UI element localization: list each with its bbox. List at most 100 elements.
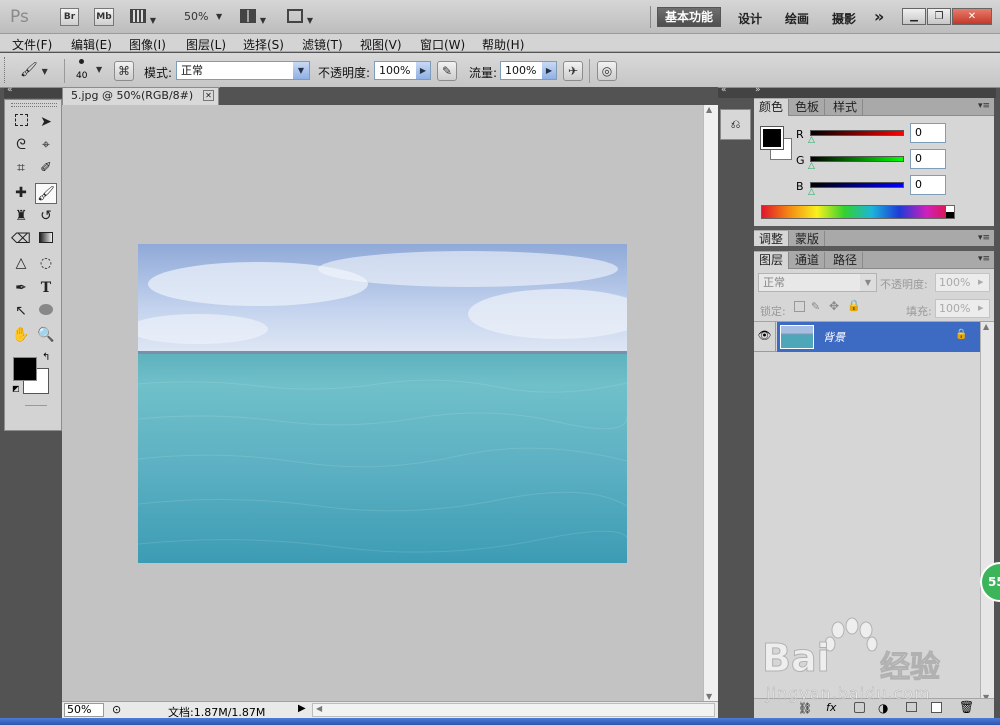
quick-mask-button[interactable] bbox=[25, 405, 47, 406]
menu-layer[interactable]: 图层(L) bbox=[186, 36, 226, 53]
brush-preset-picker[interactable]: 40 ▼ bbox=[74, 57, 106, 85]
black-swatch[interactable] bbox=[946, 212, 954, 218]
pen-tool[interactable]: ✒ bbox=[10, 278, 32, 299]
layer-row[interactable]: 👁 背景 🔒 bbox=[754, 322, 980, 352]
workspace-design-link[interactable]: 设计 bbox=[738, 10, 762, 27]
grip-handle[interactable] bbox=[4, 57, 7, 83]
r-slider[interactable] bbox=[810, 130, 904, 136]
tab-paths[interactable]: 路径 bbox=[828, 252, 864, 269]
workspace-painting-link[interactable]: 绘画 bbox=[785, 10, 809, 27]
marquee-tool[interactable] bbox=[10, 112, 32, 133]
history-brush-tool[interactable]: ↺ bbox=[35, 206, 57, 227]
document-tab[interactable]: 5.jpg @ 50%(RGB/8#) ✕ bbox=[62, 87, 219, 105]
blur-tool[interactable]: △ bbox=[10, 253, 32, 274]
toolbox-grip[interactable] bbox=[11, 103, 57, 107]
bridge-button[interactable]: Br bbox=[60, 8, 79, 26]
view-extras-button[interactable]: ▼ bbox=[130, 9, 160, 25]
healing-brush-tool[interactable]: ✚ bbox=[10, 183, 32, 204]
menu-window[interactable]: 窗口(W) bbox=[420, 36, 465, 53]
crop-tool[interactable]: ⌗ bbox=[10, 158, 32, 179]
workspace-photography-link[interactable]: 摄影 bbox=[832, 10, 856, 27]
zoom-tool[interactable]: 🔍 bbox=[35, 325, 57, 346]
tab-channels[interactable]: 通道 bbox=[790, 252, 826, 269]
brush-panel-toggle[interactable]: ⌘ bbox=[114, 61, 134, 81]
close-button[interactable]: ✕ bbox=[952, 8, 992, 25]
menu-edit[interactable]: 编辑(E) bbox=[71, 36, 112, 53]
zoom-level[interactable]: 50% bbox=[184, 10, 208, 23]
lock-transparency-icon[interactable] bbox=[794, 301, 805, 312]
arrange-documents-button[interactable]: ▼ bbox=[240, 9, 274, 25]
scroll-left-icon[interactable]: ◀ bbox=[316, 704, 322, 713]
menu-file[interactable]: 文件(F) bbox=[12, 36, 52, 53]
lock-all-icon[interactable]: 🔒 bbox=[847, 299, 861, 312]
lasso-tool[interactable]: ᘓ bbox=[10, 135, 32, 156]
tool-preset-picker[interactable]: 🖌 ▼ bbox=[20, 62, 56, 80]
dodge-tool[interactable]: ◌ bbox=[35, 253, 57, 274]
airbrush-button[interactable]: ✈ bbox=[563, 61, 583, 81]
restore-button[interactable]: ❐ bbox=[927, 8, 951, 25]
layers-scrollbar[interactable]: ▲ ▼ bbox=[980, 322, 994, 702]
scroll-up-icon[interactable]: ▲ bbox=[983, 322, 989, 331]
minimize-button[interactable]: ▁ bbox=[902, 8, 926, 25]
brush-tool[interactable]: 🖌 bbox=[35, 183, 57, 204]
layer-visibility-toggle[interactable]: 👁 bbox=[754, 322, 776, 352]
tablet-opacity-button[interactable]: ✎ bbox=[437, 61, 457, 81]
r-value-field[interactable]: 0 bbox=[910, 123, 946, 143]
menu-help[interactable]: 帮助(H) bbox=[482, 36, 524, 53]
flow-field[interactable]: 100% ▶ bbox=[500, 61, 557, 80]
menu-select[interactable]: 选择(S) bbox=[243, 36, 284, 53]
screen-mode-button[interactable]: ▼ bbox=[287, 9, 321, 25]
lock-position-icon[interactable]: ✥ bbox=[829, 299, 839, 313]
g-slider[interactable] bbox=[810, 156, 904, 162]
panel-menu-icon[interactable]: ▾≡ bbox=[978, 233, 990, 243]
image-ocean-photo[interactable] bbox=[138, 244, 627, 563]
layer-background-selected[interactable]: 背景 🔒 bbox=[777, 322, 980, 352]
tab-swatches[interactable]: 色板 bbox=[790, 99, 826, 116]
close-tab-icon[interactable]: ✕ bbox=[203, 90, 214, 101]
type-tool[interactable]: T bbox=[35, 278, 57, 299]
scroll-down-icon[interactable]: ▼ bbox=[706, 692, 712, 701]
clone-stamp-tool[interactable]: ♜ bbox=[10, 206, 32, 227]
opacity-field[interactable]: 100% ▶ bbox=[374, 61, 431, 80]
tab-layers[interactable]: 图层 bbox=[754, 252, 790, 269]
color-spectrum-ramp[interactable] bbox=[761, 205, 955, 219]
history-panel-button[interactable]: ⎌ bbox=[720, 109, 751, 140]
panel-menu-icon[interactable]: ▾≡ bbox=[978, 254, 990, 264]
dock-header[interactable]: « bbox=[718, 85, 752, 98]
hand-tool[interactable]: ✋ bbox=[10, 325, 32, 346]
foreground-color-swatch[interactable] bbox=[13, 357, 37, 381]
fill-field[interactable]: 100% ▶ bbox=[935, 299, 990, 318]
eyedropper-tool[interactable]: ✐ bbox=[35, 158, 57, 179]
eraser-tool[interactable]: ⌫ bbox=[10, 229, 32, 250]
status-zoom-field[interactable]: 50% bbox=[64, 703, 104, 717]
r-slider-handle-icon[interactable]: △ bbox=[808, 135, 815, 145]
move-tool[interactable]: ➤ bbox=[35, 112, 57, 133]
lock-pixels-icon[interactable]: ✎ bbox=[811, 300, 820, 313]
scroll-up-icon[interactable]: ▲ bbox=[706, 105, 712, 114]
panel-menu-icon[interactable]: ▾≡ bbox=[978, 101, 990, 111]
vertical-scrollbar[interactable]: ▲ ▼ bbox=[703, 105, 718, 701]
menu-image[interactable]: 图像(I) bbox=[129, 36, 166, 53]
toolbox-header[interactable]: « bbox=[4, 85, 62, 98]
swap-colors-icon[interactable]: ↰ bbox=[42, 352, 50, 363]
blend-mode-select[interactable]: 正常 ▼ bbox=[758, 273, 877, 292]
b-value-field[interactable]: 0 bbox=[910, 175, 946, 195]
b-slider[interactable] bbox=[810, 182, 904, 188]
g-slider-handle-icon[interactable]: △ bbox=[808, 161, 815, 171]
mode-select[interactable]: 正常 ▼ bbox=[176, 61, 310, 80]
horizontal-scrollbar[interactable]: ◀ bbox=[312, 703, 715, 717]
b-slider-handle-icon[interactable]: △ bbox=[808, 187, 815, 197]
path-selection-tool[interactable]: ↖ bbox=[10, 301, 32, 322]
layer-opacity-field[interactable]: 100% ▶ bbox=[935, 273, 990, 292]
more-workspaces-button[interactable]: » bbox=[874, 7, 884, 26]
zoom-dropdown-icon[interactable]: ▼ bbox=[216, 12, 222, 21]
shape-tool[interactable] bbox=[35, 301, 57, 322]
tablet-size-button[interactable]: ◎ bbox=[597, 61, 617, 81]
default-colors-icon[interactable]: ◩ bbox=[12, 384, 20, 393]
status-menu-arrow[interactable]: ▶ bbox=[298, 703, 306, 714]
gradient-tool[interactable] bbox=[35, 229, 57, 250]
tab-styles[interactable]: 样式 bbox=[828, 99, 864, 116]
quick-selection-tool[interactable]: ⌖ bbox=[35, 135, 57, 156]
workspace-essentials-button[interactable]: 基本功能 bbox=[657, 7, 721, 27]
panels-header[interactable]: » bbox=[752, 85, 996, 98]
